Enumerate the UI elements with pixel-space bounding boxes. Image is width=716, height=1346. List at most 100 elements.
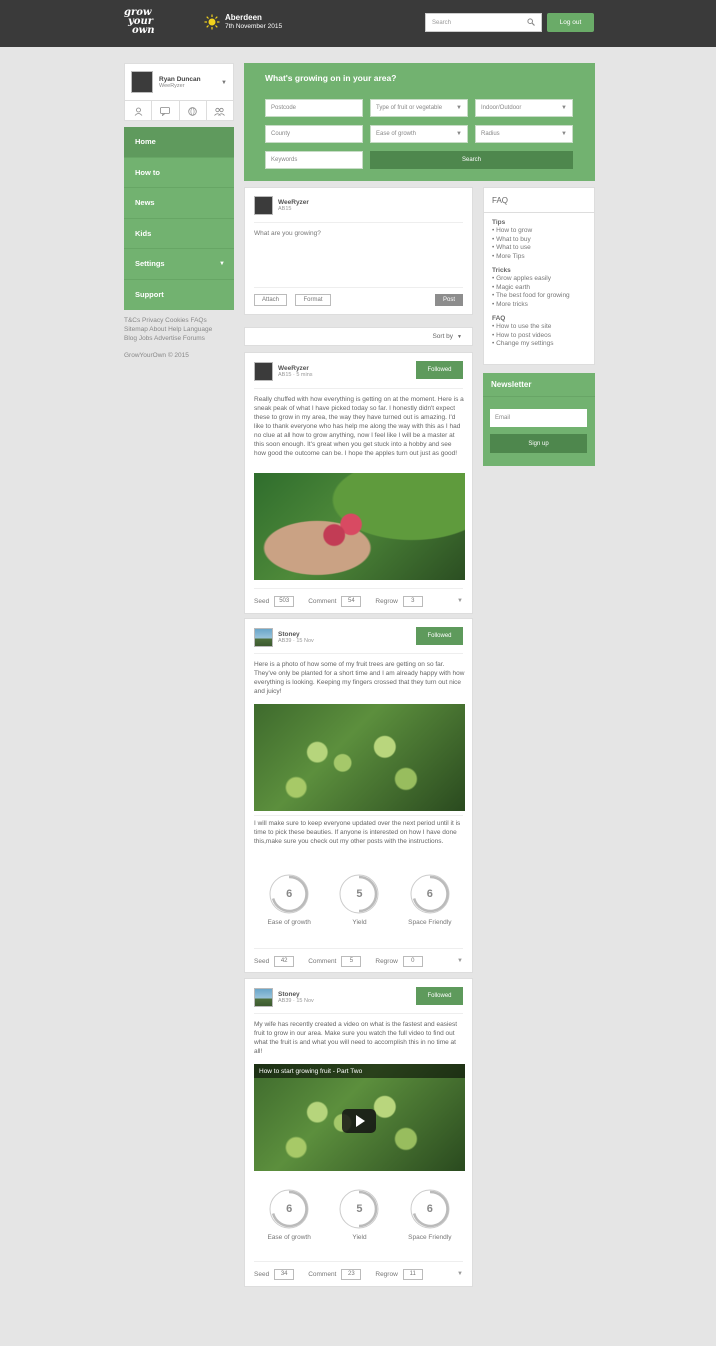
sidebar-item-kids[interactable]: Kids (124, 219, 234, 249)
sidebar-item-support[interactable]: Support (124, 280, 234, 311)
footer-links-row[interactable]: T&Cs Privacy Cookies FAQs (124, 316, 234, 325)
regrow-label: Regrow (375, 1270, 398, 1278)
email-field[interactable]: Email (490, 409, 587, 427)
post-user[interactable]: WeeRyzer (278, 365, 313, 372)
logout-button[interactable]: Log out (547, 13, 594, 32)
globe-icon[interactable] (180, 101, 207, 121)
post-photo-radishes[interactable] (254, 473, 465, 580)
seed-count[interactable]: 34 (274, 1268, 295, 1280)
faq-link[interactable]: • How to post videos (492, 332, 586, 341)
comment-count[interactable]: 5 (341, 955, 362, 967)
faq-link[interactable]: • More Tips (492, 253, 586, 262)
comment-count[interactable]: 54 (341, 595, 362, 607)
search-input[interactable]: Search (425, 13, 542, 32)
logo[interactable]: grow your own (124, 8, 155, 36)
post-actions: Seed 42 Comment 5 Regrow 0 ▼ (254, 955, 463, 967)
fruit-type-select[interactable]: Type of fruit or vegetable ▼ (370, 99, 468, 117)
sidebar-item-how-to[interactable]: How to (124, 158, 234, 188)
attach-button[interactable]: Attach (254, 294, 287, 306)
ease-of-growth-select[interactable]: Ease of growth ▼ (370, 125, 468, 143)
faq-link[interactable]: • How to use the site (492, 323, 586, 332)
postcode-field[interactable]: Postcode (265, 99, 363, 117)
post-photo-apples[interactable] (254, 704, 465, 811)
avatar[interactable] (254, 988, 273, 1007)
avatar[interactable] (254, 362, 273, 381)
county-field[interactable]: County (265, 125, 363, 143)
regrow-count[interactable]: 3 (402, 595, 423, 607)
county-placeholder: County (271, 131, 291, 137)
faq-link[interactable]: • Change my settings (492, 340, 586, 349)
format-button[interactable]: Format (295, 294, 331, 306)
divider (254, 1013, 463, 1014)
divider (254, 948, 463, 949)
followed-button[interactable]: Followed (416, 987, 463, 1005)
profile-handle: WeeRyzer (159, 82, 185, 89)
chevron-down-icon[interactable]: ▼ (457, 958, 463, 964)
faq-section-faq: FAQ • How to use the site • How to post … (484, 315, 594, 349)
composer-header: WeeRyzer AB15 (254, 196, 309, 215)
seed-count[interactable]: 42 (274, 955, 295, 967)
post-text: My wife has recently created a video on … (254, 1021, 458, 1055)
sort-dropdown[interactable]: Sort by ▼ (244, 327, 473, 346)
comment-count[interactable]: 23 (341, 1268, 362, 1280)
composer-user: WeeRyzer (278, 199, 309, 206)
indoor-outdoor-select[interactable]: Indoor/Outdoor ▼ (475, 99, 573, 117)
post-user[interactable]: Stoney (278, 631, 314, 638)
sidebar-item-label: Kids (135, 228, 152, 238)
sun-icon (204, 14, 220, 30)
divider (254, 815, 463, 816)
signup-button[interactable]: Sign up (490, 434, 587, 453)
seed-count[interactable]: 503 (274, 595, 295, 607)
faq-link[interactable]: • The best food for growing (492, 292, 586, 301)
faq-link[interactable]: • What to use (492, 244, 586, 253)
rating-yield: 5 Yield (329, 1188, 389, 1241)
radius-select[interactable]: Radius ▼ (475, 125, 573, 143)
faq-section-tricks: Tricks • Grow apples easily • Magic eart… (484, 267, 594, 309)
post-button[interactable]: Post (435, 294, 463, 306)
seed-label: Seed (254, 957, 270, 965)
messages-icon[interactable] (152, 101, 180, 121)
footer-links-row[interactable]: Blog Jobs Advertise Forums (124, 334, 234, 343)
composer-input[interactable]: What are you growing? (254, 230, 321, 237)
search-icon[interactable] (527, 17, 535, 28)
profile-header[interactable]: Ryan Duncan WeeRyzer ▼ (125, 64, 233, 101)
faq-link[interactable]: • More tricks (492, 301, 586, 310)
faq-link[interactable]: • Grow apples easily (492, 275, 586, 284)
avatar (254, 196, 273, 215)
chevron-down-icon[interactable]: ▼ (457, 1271, 463, 1277)
feed-post: Stoney AB39 · 15 Nov Followed Here is a … (244, 618, 473, 973)
email-placeholder: Email (495, 415, 511, 421)
keywords-field[interactable]: Keywords (265, 151, 363, 169)
user-icon[interactable] (125, 101, 153, 121)
rating-ease-of-growth: 6 Ease of growth (259, 873, 319, 926)
sidebar-item-home[interactable]: Home (124, 127, 234, 158)
followed-button[interactable]: Followed (416, 627, 463, 645)
faq-link[interactable]: • How to grow (492, 227, 586, 236)
chevron-down-icon[interactable]: ▼ (221, 80, 227, 86)
sidebar-nav: Home How to News Kids Settings ▼ Support (124, 127, 234, 310)
followed-button[interactable]: Followed (416, 361, 463, 379)
sidebar-item-settings[interactable]: Settings ▼ (124, 249, 234, 280)
play-icon[interactable] (342, 1109, 376, 1133)
rating-ring: 6 (268, 873, 310, 915)
weather-city: Aberdeen (225, 13, 262, 22)
chevron-down-icon[interactable]: ▼ (457, 598, 463, 604)
avatar[interactable] (254, 628, 273, 647)
footer-links-row[interactable]: Sitemap About Help Language (124, 325, 234, 334)
friends-icon[interactable] (207, 101, 233, 121)
composer-meta: AB15 (278, 206, 292, 212)
divider (254, 287, 463, 288)
post-actions: Seed 34 Comment 23 Regrow 11 ▼ (254, 1268, 463, 1280)
post-user[interactable]: Stoney (278, 991, 314, 998)
faq-link[interactable]: • Magic earth (492, 284, 586, 293)
post-video[interactable]: How to start growing fruit - Part Two (254, 1064, 465, 1171)
regrow-count[interactable]: 0 (402, 955, 423, 967)
sidebar-item-news[interactable]: News (124, 188, 234, 219)
post-ratings: 6 Ease of growth 5 Yield 6 Space Friendl… (254, 1188, 465, 1241)
divider (254, 222, 463, 223)
regrow-count[interactable]: 11 (402, 1268, 423, 1280)
ease-of-growth-value: Ease of growth (376, 131, 417, 137)
area-search-button[interactable]: Search (370, 151, 573, 169)
faq-link[interactable]: • What to buy (492, 236, 586, 245)
profile-name: Ryan Duncan (159, 75, 201, 83)
